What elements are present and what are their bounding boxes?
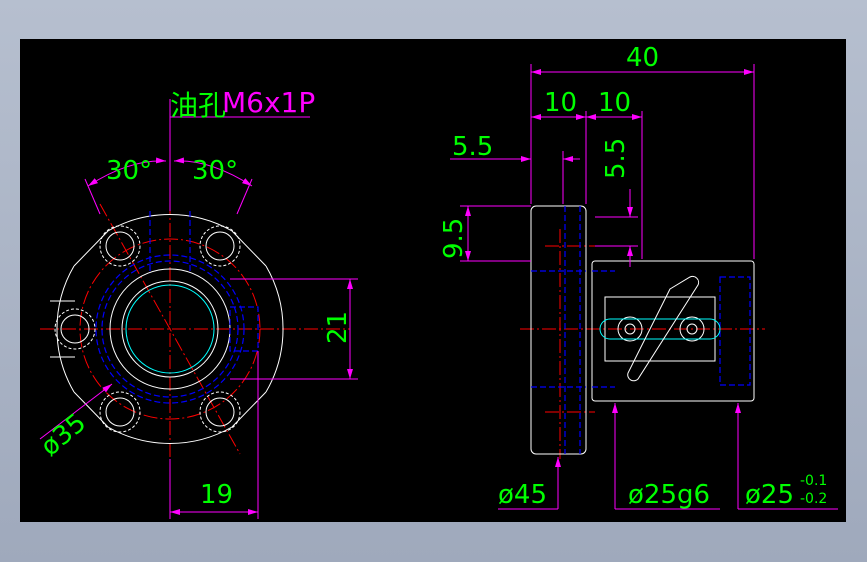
- overall-40-label: 40: [626, 43, 659, 73]
- side-hidden-lines: [531, 206, 751, 454]
- vertical-offset-dimension: [595, 189, 638, 267]
- thread-spec-label: M6x1P: [222, 86, 315, 119]
- tolerance-lower-label: -0.2: [800, 491, 827, 507]
- diameter-35-label: ø35: [35, 408, 92, 462]
- hole-bottom-left: [99, 391, 141, 433]
- oil-hole-label: 油孔: [170, 89, 226, 122]
- front-view: 油孔 M6x1P 30° 30° ø35 21 19: [35, 86, 358, 519]
- hole-top-right: [199, 225, 241, 267]
- flange-diameter-label: ø45: [498, 480, 547, 510]
- body-10-label: 10: [598, 88, 631, 118]
- height-dimension-side: [460, 205, 531, 262]
- angle-right-label: 30°: [192, 156, 238, 186]
- cad-drawing: 油孔 M6x1P 30° 30° ø35 21 19 40 10 10 5.5 …: [35, 43, 838, 519]
- height-21-label: 21: [323, 311, 353, 344]
- angle-left-label: 30°: [106, 156, 152, 186]
- hole-bottom-right: [199, 391, 241, 433]
- front-hidden-lines: [95, 211, 259, 404]
- drawing-canvas[interactable]: 油孔 M6x1P 30° 30° ø35 21 19 40 10 10 5.5 …: [20, 39, 846, 522]
- flange-10-label: 10: [544, 88, 577, 118]
- height-9-5-label: 9.5: [439, 218, 469, 259]
- shaft-diameter-label: ø25g6: [628, 480, 710, 510]
- hole-top-left: [99, 225, 141, 267]
- offset-5-5-label: 5.5: [452, 132, 493, 162]
- width-19-label: 19: [200, 480, 233, 510]
- cad-window: 油孔 M6x1P 30° 30° ø35 21 19 40 10 10 5.5 …: [0, 0, 867, 562]
- bore-diameter-label: ø25: [745, 480, 794, 510]
- tolerance-upper-label: -0.1: [800, 473, 827, 489]
- vertical-5-5-label: 5.5: [601, 138, 631, 179]
- side-view: 40 10 10 5.5 5.5 9.5 ø45 ø25g6 ø25 -0.1 …: [439, 43, 838, 510]
